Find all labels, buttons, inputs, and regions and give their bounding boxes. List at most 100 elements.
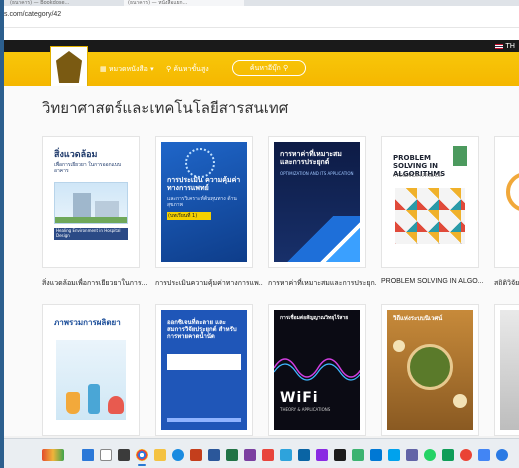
- cover-footer-line: [167, 418, 241, 422]
- cover-bubble: [453, 394, 467, 408]
- cover-title: การประเมิน ความคุ้มค่าทางการแพทย์: [167, 176, 241, 193]
- task-view-icon[interactable]: [118, 449, 130, 461]
- nav-books[interactable]: ▦ หมวดหนังสือ ▾: [100, 64, 154, 75]
- cover-subtitle: เพื่อการเยียวยา ในการออกแบบอาคาร: [54, 162, 122, 174]
- book-cover: สิ่งแวดล้อม เพื่อการเยียวยา ในการออกแบบอ…: [48, 142, 134, 262]
- page-title: วิทยาศาสตร์และเทคโนโลยีสารสนเทศ: [42, 100, 289, 117]
- file-explorer-icon[interactable]: [154, 449, 166, 461]
- cover-title: การเชื่อมต่อสัญญาณวิทยุไร้สาย: [280, 315, 349, 321]
- cover-wave-graphic: [274, 358, 360, 381]
- app-icon[interactable]: [460, 449, 472, 461]
- search-icon: ⚲: [280, 64, 289, 72]
- app-icon[interactable]: [280, 449, 292, 461]
- nav-advanced-search[interactable]: ⚲ ค้นหาขั้นสูง: [166, 64, 209, 75]
- site-header: ▦ หมวดหนังสือ ▾ ⚲ ค้นหาขั้นสูง ค้นหาอีบุ…: [4, 46, 519, 88]
- url-text: s.com/category/42: [4, 11, 62, 18]
- excel-icon[interactable]: [226, 449, 238, 461]
- book-cover: PROBLEM SOLVING IN ALGORITHMS A RESEARCH…: [387, 142, 473, 262]
- screen: (ธนาคาร) — Bookdose... (ธนาคาร) — หนังสื…: [4, 0, 519, 468]
- app-icon[interactable]: [370, 449, 382, 461]
- cover-tagline: THEORY & APPLICATIONS: [280, 407, 331, 412]
- book-cover: [500, 310, 519, 430]
- app-icon[interactable]: [388, 449, 400, 461]
- cover-badge: (บทเรียนที่ 1): [167, 212, 211, 220]
- book-title[interactable]: สถิติวิจัย: [494, 278, 519, 289]
- book-card[interactable]: วิถีแห่งระบบนิเวศน์: [381, 304, 479, 436]
- book-title[interactable]: สิ่งแวดล้อมเพื่อการเยียวยาในการ...: [42, 278, 150, 289]
- cover-building-image: [54, 182, 128, 224]
- book-card[interactable]: ออกซิเจนที่ละลาย และสมการวิจัยประยุกต์ ส…: [155, 304, 253, 436]
- book-title[interactable]: PROBLEM SOLVING IN ALGO...: [381, 278, 489, 285]
- flask-shape: [88, 384, 100, 414]
- book-cover: การประเมิน ความคุ้มค่าทางการแพทย์ และการ…: [161, 142, 247, 262]
- thai-flag-icon: [495, 43, 504, 49]
- book-title[interactable]: การประเมินความคุ้มค่าทางการแพ...: [155, 278, 263, 289]
- cover-accent-block: [453, 146, 467, 166]
- nav-books-label: หมวดหนังสือ ▾: [108, 65, 154, 73]
- cover-title: การหาค่าที่เหมาะสม และการประยุกต์: [280, 150, 342, 167]
- start-icon[interactable]: [82, 449, 94, 461]
- language-label: TH: [505, 42, 515, 50]
- university-logo[interactable]: [50, 46, 88, 88]
- book-card[interactable]: การประเมิน ความคุ้มค่าทางการแพทย์ และการ…: [155, 136, 253, 268]
- cover-text-block: [167, 354, 241, 370]
- page-top-spacer: [4, 28, 519, 40]
- cover-subtitle: และการวิเคราะห์ต้นทุนทาง ด้านสุขภาพ: [167, 196, 237, 208]
- cover-title: ภาพรวมการผลิตยา: [54, 318, 121, 327]
- os-taskbar: [4, 438, 519, 468]
- book-card[interactable]: การเชื่อมต่อสัญญาณวิทยุไร้สาย WiFi THEOR…: [268, 304, 366, 436]
- book-title[interactable]: การหาค่าที่เหมาะสมและการประยุก...: [268, 278, 376, 289]
- book-cover: การหาค่าที่เหมาะสม และการประยุกต์ OPTIMI…: [274, 142, 360, 262]
- weather-widget-icon[interactable]: [42, 449, 64, 461]
- powerpoint-icon[interactable]: [190, 449, 202, 461]
- nav-advanced-search-label: ค้นหาขั้นสูง: [173, 65, 209, 73]
- app-icon[interactable]: [334, 449, 346, 461]
- book-card[interactable]: ภาพรวมการผลิตยา: [42, 304, 140, 436]
- cover-stripe-graphic: [274, 216, 360, 262]
- edge-icon[interactable]: [172, 449, 184, 461]
- book-card[interactable]: การหาค่าที่เหมาะสม และการประยุกต์ OPTIMI…: [268, 136, 366, 268]
- search-ebook-button[interactable]: ค้นหาอีบุ๊ก ⚲: [232, 60, 306, 76]
- active-indicator: [138, 464, 146, 466]
- cover-title: วิถีแห่งระบบนิเวศน์: [393, 315, 443, 322]
- book-cover: การเชื่อมต่อสัญญาณวิทยุไร้สาย WiFi THEOR…: [274, 310, 360, 430]
- pdf-icon[interactable]: [262, 449, 274, 461]
- teams-icon[interactable]: [406, 449, 418, 461]
- cover-circle-graphic: [506, 172, 519, 212]
- address-bar[interactable]: s.com/category/42: [4, 6, 519, 28]
- app-icon[interactable]: [316, 449, 328, 461]
- main-content: วิทยาศาสตร์และเทคโนโลยีสารสนเทศ สิ่งแวดล…: [4, 86, 519, 436]
- cover-geometric-pattern: [395, 188, 465, 244]
- search-ebook-label: ค้นหาอีบุ๊ก: [249, 64, 281, 72]
- app-icon[interactable]: [298, 449, 310, 461]
- app-icon[interactable]: [442, 449, 454, 461]
- language-switch[interactable]: TH: [495, 41, 515, 51]
- app-icon[interactable]: [352, 449, 364, 461]
- onenote-icon[interactable]: [244, 449, 256, 461]
- cover-subtitle: OPTIMIZATION AND ITS APPLICATION: [280, 171, 354, 176]
- book-card[interactable]: สิ่งแวดล้อม เพื่อการเยียวยา ในการออกแบบอ…: [42, 136, 140, 268]
- flask-shape: [108, 396, 124, 414]
- book-card[interactable]: [494, 136, 519, 268]
- app-icon[interactable]: [478, 449, 490, 461]
- line-icon[interactable]: [424, 449, 436, 461]
- cover-tagline: Healing Environment in Hospital Design: [54, 228, 128, 240]
- cover-title: สิ่งแวดล้อม: [54, 150, 98, 160]
- cover-title: ออกซิเจนที่ละลาย และสมการวิจัยประยุกต์ ส…: [167, 319, 237, 340]
- app-icon[interactable]: [496, 449, 508, 461]
- book-card[interactable]: [494, 304, 519, 436]
- cover-wifi-title: WiFi: [280, 390, 319, 406]
- flask-shape: [66, 392, 80, 414]
- book-cover: ออกซิเจนที่ละลาย และสมการวิจัยประยุกต์ ส…: [161, 310, 247, 430]
- word-icon[interactable]: [208, 449, 220, 461]
- book-card[interactable]: PROBLEM SOLVING IN ALGORITHMS A RESEARCH…: [381, 136, 479, 268]
- crest-icon: [56, 51, 82, 83]
- menu-icon: ▦: [100, 65, 109, 73]
- book-cover: [500, 142, 519, 262]
- search-icon[interactable]: [100, 449, 112, 461]
- cover-bubble: [393, 340, 405, 352]
- cover-lab-image: [56, 340, 126, 420]
- cover-ecosystem-image: [407, 344, 453, 390]
- cover-circle-graphic: [185, 148, 215, 178]
- chrome-icon[interactable]: [136, 449, 148, 461]
